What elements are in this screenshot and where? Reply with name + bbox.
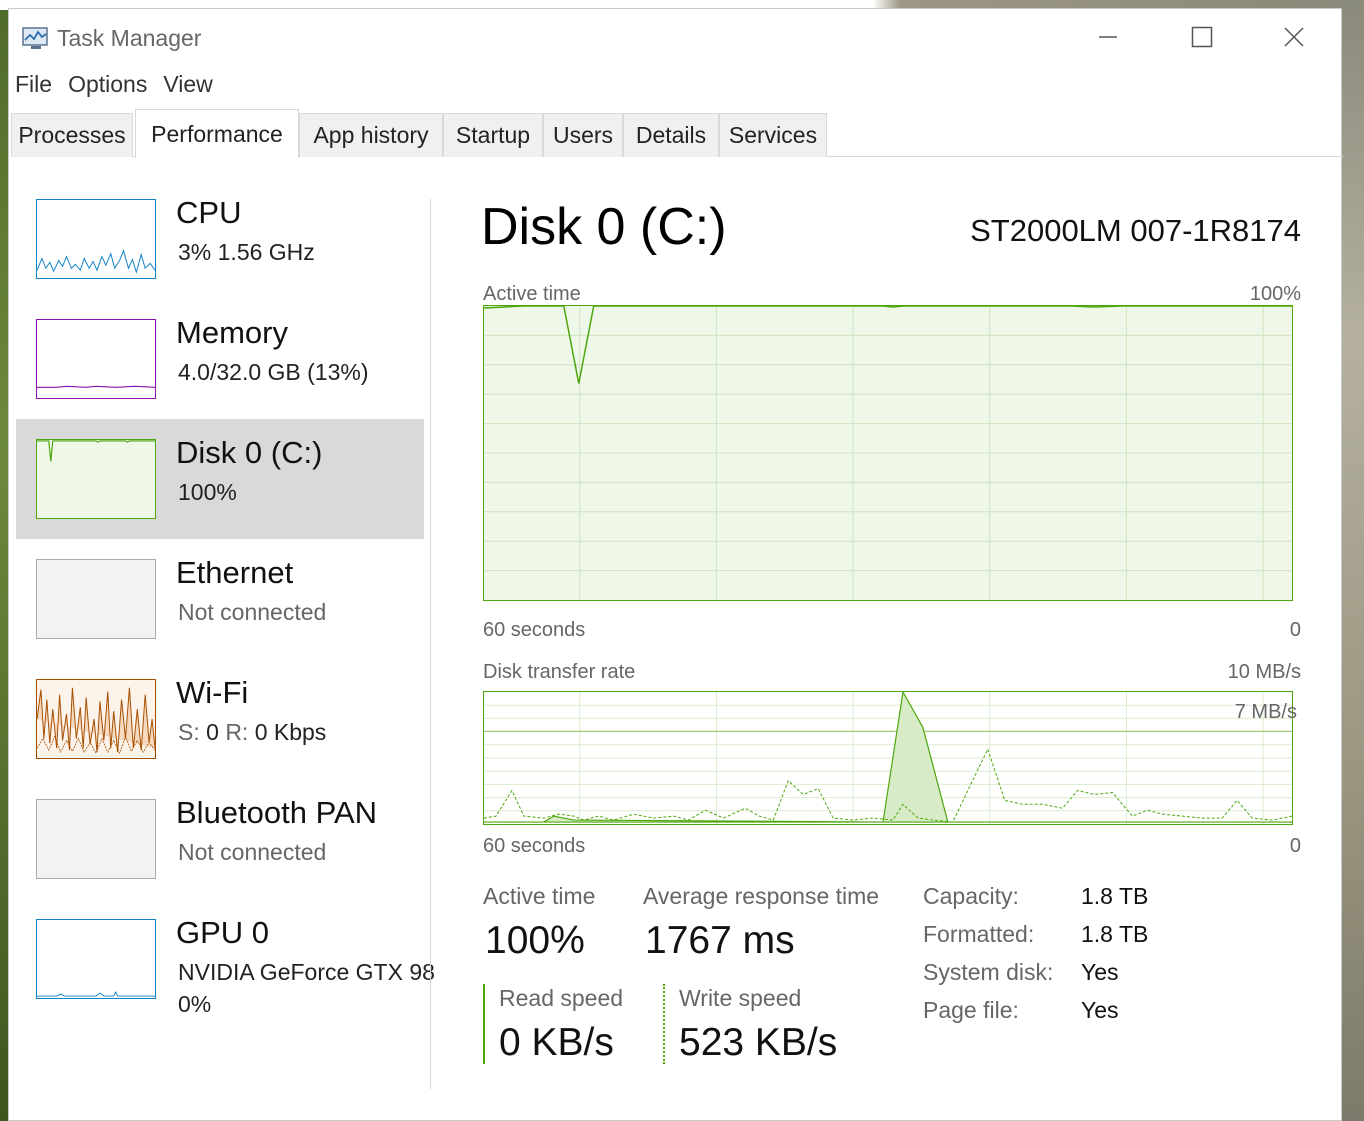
active-time-chart [483, 305, 1293, 601]
transfer-rate-chart [483, 691, 1293, 825]
sidebar-item-label: Wi-Fi [176, 675, 249, 710]
sidebar-item-label: Memory [176, 315, 288, 350]
gpu-thumbnail-graph [36, 919, 156, 999]
sidebar-item-ethernet[interactable]: Ethernet Not connected [16, 539, 424, 659]
sidebar-item-label: Bluetooth PAN [176, 795, 378, 830]
wifi-thumbnail-graph [36, 679, 156, 759]
read-speed-value: 0 KB/s [499, 1021, 614, 1064]
sidebar-item-gpu[interactable]: GPU 0 NVIDIA GeForce GTX 98 0% [16, 899, 435, 1019]
sidebar-item-detail-2: 0% [178, 991, 212, 1017]
active-time-series-line [484, 306, 1292, 384]
active-time-chart-label: Active time [483, 283, 581, 305]
title-bar[interactable]: Task Manager [9, 9, 1341, 65]
window-title: Task Manager [57, 25, 202, 51]
menu-options[interactable]: Options [68, 71, 147, 103]
write-speed-indicator [663, 984, 665, 1064]
sidebar-item-bluetooth[interactable]: Bluetooth PAN Not connected [16, 779, 424, 899]
task-manager-icon [22, 27, 48, 49]
sidebar-item-detail: Not connected [178, 839, 327, 865]
performance-sidebar: CPU 3% 1.56 GHz Memory 4.0/32.0 GB (13%)… [9, 169, 439, 1099]
disk-model: ST2000LM 007-1R8174 [970, 213, 1301, 248]
tab-processes[interactable]: Processes [11, 113, 133, 157]
sidebar-item-detail: NVIDIA GeForce GTX 98 [178, 959, 435, 985]
formatted-label: Formatted: [923, 921, 1035, 947]
page-title: Disk 0 (C:) [481, 198, 727, 256]
cpu-thumbnail-graph [36, 199, 156, 279]
close-button[interactable] [1263, 17, 1325, 57]
minimize-button[interactable] [1077, 17, 1139, 57]
sidebar-item-label: Ethernet [176, 555, 294, 590]
formatted-value: 1.8 TB [1081, 921, 1149, 947]
ethernet-thumbnail-graph [36, 559, 156, 639]
maximize-button[interactable] [1171, 17, 1233, 57]
active-time-chart-zero: 0 [1289, 619, 1301, 641]
maximize-icon [1191, 26, 1213, 48]
sidebar-item-detail: S: 0 R: 0 Kbps [178, 719, 326, 746]
tab-details[interactable]: Details [623, 113, 719, 157]
tab-app-history[interactable]: App history [299, 113, 443, 157]
sidebar-item-wifi[interactable]: Wi-Fi S: 0 R: 0 Kbps [16, 659, 424, 779]
active-time-stat-value: 100% [485, 919, 585, 962]
tab-users[interactable]: Users [543, 113, 623, 157]
sidebar-item-label: CPU [176, 195, 242, 230]
tab-startup[interactable]: Startup [443, 113, 543, 157]
transfer-rate-chart-label: Disk transfer rate [483, 661, 636, 683]
read-speed-indicator [483, 984, 485, 1064]
sidebar-item-disk[interactable]: Disk 0 (C:) 100% [16, 419, 424, 539]
transfer-rate-line-label: 7 MB/s [1234, 701, 1297, 723]
transfer-rate-chart-max: 10 MB/s [1227, 661, 1301, 683]
wifi-send-label: S: [178, 719, 200, 745]
sidebar-item-label: Disk 0 (C:) [176, 435, 323, 470]
avg-response-stat-value: 1767 ms [645, 919, 795, 962]
wifi-receive-label: R: [225, 719, 249, 745]
sidebar-item-detail: 3% 1.56 GHz [178, 239, 315, 265]
write-speed-value: 523 KB/s [679, 1021, 838, 1064]
menu-view[interactable]: View [163, 71, 212, 103]
sidebar-item-detail: 4.0/32.0 GB (13%) [178, 359, 369, 385]
system-disk-label: System disk: [923, 959, 1054, 985]
sidebar-item-cpu[interactable]: CPU 3% 1.56 GHz [16, 179, 424, 299]
bluetooth-thumbnail-graph [36, 799, 156, 879]
read-speed-label: Read speed [499, 985, 624, 1011]
tab-performance[interactable]: Performance [135, 109, 299, 158]
wifi-receive-value: 0 Kbps [254, 719, 327, 745]
desktop-background-right [1340, 0, 1364, 1121]
tab-services[interactable]: Services [719, 113, 827, 157]
system-disk-value: Yes [1081, 959, 1119, 985]
avg-response-stat-label: Average response time [643, 883, 880, 909]
sidebar-item-label: GPU 0 [176, 915, 270, 950]
read-speed-area [484, 692, 1292, 823]
page-file-value: Yes [1081, 997, 1119, 1023]
disk-detail-pane: Disk 0 (C:) ST2000LM 007-1R8174 Active t… [439, 169, 1343, 1099]
close-icon [1284, 27, 1304, 47]
capacity-value: 1.8 TB [1081, 883, 1149, 909]
wifi-send-value: 0 [206, 719, 219, 745]
transfer-rate-chart-zero: 0 [1289, 835, 1301, 857]
sidebar-item-detail: Not connected [178, 599, 327, 625]
sidebar-divider [430, 199, 431, 1089]
menu-bar: File Options View [15, 71, 229, 103]
minimize-icon [1099, 36, 1117, 38]
chart-grid [484, 306, 1292, 600]
active-time-stat-label: Active time [483, 883, 596, 909]
memory-thumbnail-graph [36, 319, 156, 399]
page-file-label: Page file: [923, 997, 1019, 1023]
tab-strip: Processes Performance App history Startu… [11, 109, 1343, 158]
active-time-chart-max: 100% [1249, 283, 1301, 305]
task-manager-window: Task Manager File Options View Processes… [8, 8, 1343, 1121]
write-speed-label: Write speed [679, 985, 802, 1011]
sidebar-item-detail: 100% [178, 479, 237, 505]
sidebar-item-memory[interactable]: Memory 4.0/32.0 GB (13%) [16, 299, 424, 419]
menu-file[interactable]: File [15, 71, 52, 103]
active-time-chart-span: 60 seconds [483, 619, 586, 641]
transfer-rate-chart-span: 60 seconds [483, 835, 586, 857]
disk-thumbnail-graph [36, 439, 156, 519]
capacity-label: Capacity: [923, 883, 1019, 909]
